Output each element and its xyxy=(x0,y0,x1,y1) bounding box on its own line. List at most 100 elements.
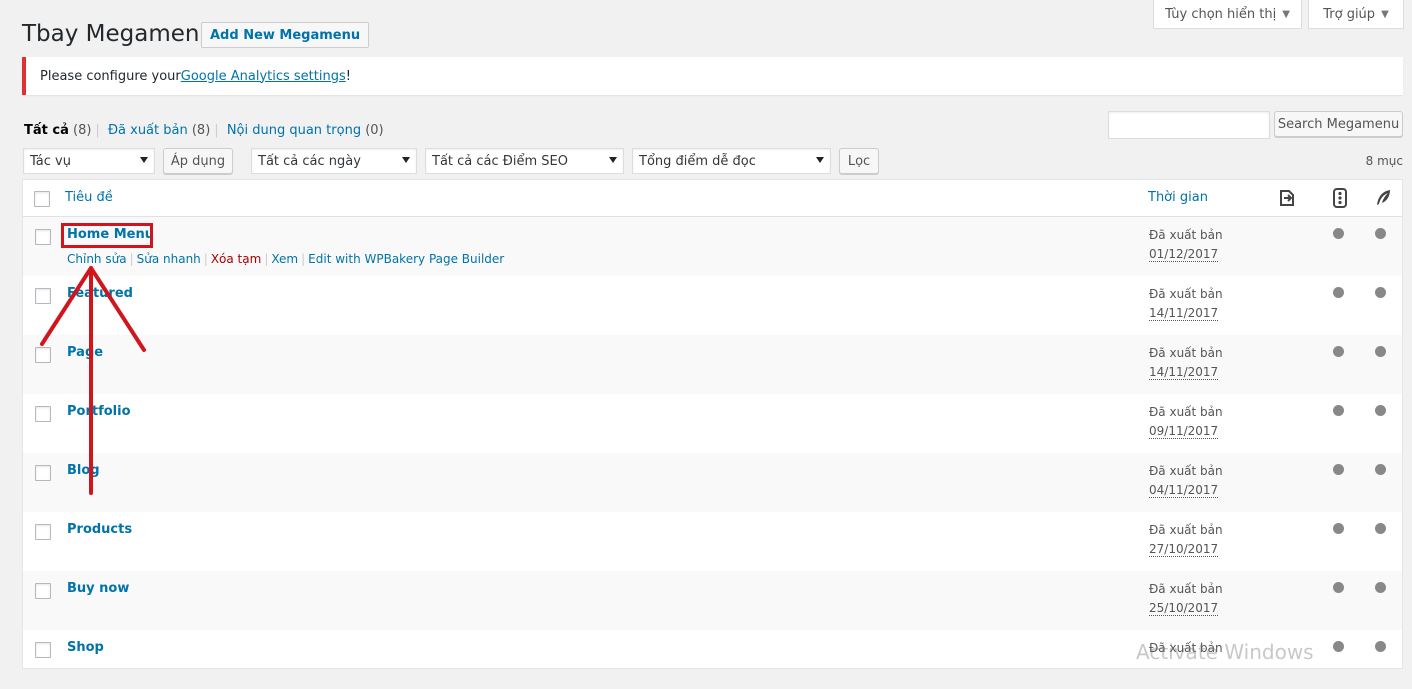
filter-button[interactable]: Lọc xyxy=(839,148,879,174)
bulk-action-select[interactable]: Tác vụ xyxy=(23,148,155,174)
row-status: Đã xuất bản xyxy=(1149,523,1223,537)
view-link[interactable]: Xem xyxy=(271,252,298,266)
row-checkbox[interactable] xyxy=(35,465,51,481)
seo-score-dot xyxy=(1333,523,1344,534)
row-status: Đã xuất bản xyxy=(1149,346,1223,360)
readability-score-dot xyxy=(1375,405,1386,416)
row-checkbox[interactable] xyxy=(35,583,51,599)
row-checkbox[interactable] xyxy=(35,524,51,540)
readability-score-dot xyxy=(1375,523,1386,534)
search-input[interactable] xyxy=(1108,111,1270,139)
view-cornerstone-count: (0) xyxy=(365,123,384,138)
dropdown-arrow-icon xyxy=(609,157,617,163)
row-checkbox[interactable] xyxy=(35,288,51,304)
bulk-action-value: Tác vụ xyxy=(30,153,71,169)
dropdown-arrow-icon xyxy=(816,157,824,163)
row-date: 09/11/2017 xyxy=(1149,424,1219,439)
wpbakery-edit-link[interactable]: Edit with WPBakery Page Builder xyxy=(308,252,504,266)
readability-filter-select[interactable]: Tổng điểm dễ đọc xyxy=(632,148,831,174)
seo-score-dot xyxy=(1333,641,1344,652)
row-date: 01/12/2017 xyxy=(1149,247,1219,262)
notice-prefix: Please configure your xyxy=(40,68,181,84)
column-title[interactable]: Tiêu đề xyxy=(65,190,113,205)
table-row: Home Menu Đã xuất bản 01/12/2017 Chỉnh sửa |… xyxy=(23,217,1402,276)
seo-filter-value: Tất cả các Điểm SEO xyxy=(432,153,568,169)
view-cornerstone-link[interactable]: Nội dung quan trọng xyxy=(227,123,361,138)
edit-link[interactable]: Chỉnh sửa xyxy=(67,252,127,266)
seo-filter-select[interactable]: Tất cả các Điểm SEO xyxy=(425,148,624,174)
row-actions: Chỉnh sửa | Sửa nhanh | Xóa tạm | Xem | Edit wit… xyxy=(67,252,505,266)
seo-score-icon xyxy=(1332,188,1348,212)
links-icon xyxy=(1277,188,1297,212)
readability-score-dot xyxy=(1375,287,1386,298)
search-button[interactable]: Search Megamenu xyxy=(1274,111,1403,137)
table-row: Portfolio Đã xuất bản 09/11/2017 xyxy=(23,394,1402,453)
readability-score-dot xyxy=(1375,582,1386,593)
readability-icon xyxy=(1373,188,1393,212)
dropdown-arrow-icon xyxy=(402,157,410,163)
view-published-count: (8) xyxy=(191,123,211,138)
readability-score-dot xyxy=(1375,228,1386,239)
add-new-button[interactable]: Add New Megamenu xyxy=(201,22,370,48)
readability-score-dot xyxy=(1375,464,1386,475)
select-all-checkbox[interactable] xyxy=(34,191,50,207)
seo-score-dot xyxy=(1333,346,1344,357)
row-checkbox[interactable] xyxy=(35,347,51,363)
table-header: Tiêu đề Thời gian xyxy=(23,180,1402,217)
readability-score-dot xyxy=(1375,641,1386,652)
row-title-link[interactable]: Featured xyxy=(67,286,133,301)
admin-notice: Please configure your Google Analytics s… xyxy=(22,57,1403,95)
row-title-link[interactable]: Blog xyxy=(67,463,100,478)
help-button[interactable]: Trợ giúp ▼ xyxy=(1308,0,1404,29)
row-date: 04/11/2017 xyxy=(1149,483,1219,498)
row-checkbox[interactable] xyxy=(35,642,51,658)
help-label: Trợ giúp xyxy=(1323,6,1376,22)
row-date: 14/11/2017 xyxy=(1149,365,1219,380)
row-title-link[interactable]: Buy now xyxy=(67,581,129,596)
item-count: 8 mục xyxy=(1365,154,1403,168)
seo-score-dot xyxy=(1333,228,1344,239)
view-published-link[interactable]: Đã xuất bản xyxy=(108,123,188,138)
table-row: Products Đã xuất bản 27/10/2017 xyxy=(23,512,1402,571)
posts-table: Tiêu đề Thời gian Home Menu Đã xuất bản 01… xyxy=(22,179,1403,669)
windows-watermark: Activate Windows xyxy=(1136,640,1314,664)
dropdown-arrow-icon xyxy=(140,157,148,163)
readability-score-dot xyxy=(1375,346,1386,357)
seo-score-dot xyxy=(1333,464,1344,475)
trash-link[interactable]: Xóa tạm xyxy=(211,252,261,266)
row-title-link[interactable]: Products xyxy=(67,522,132,537)
row-status: Đã xuất bản xyxy=(1149,405,1223,419)
google-analytics-settings-link[interactable]: Google Analytics settings xyxy=(181,69,346,84)
display-options-button[interactable]: Tùy chọn hiển thị ▼ xyxy=(1153,0,1302,29)
row-date: 14/11/2017 xyxy=(1149,306,1219,321)
table-row: Page Đã xuất bản 14/11/2017 xyxy=(23,335,1402,394)
view-all-link[interactable]: Tất cả xyxy=(24,123,69,138)
date-filter-value: Tất cả các ngày xyxy=(258,153,361,169)
caret-down-icon: ▼ xyxy=(1381,8,1389,20)
row-status: Đã xuất bản xyxy=(1149,287,1223,301)
page-title: Tbay Megamenu xyxy=(22,21,215,47)
annotation-highlight-box xyxy=(61,223,153,248)
row-title-link[interactable]: Page xyxy=(67,345,103,360)
row-date: 27/10/2017 xyxy=(1149,542,1219,557)
readability-filter-value: Tổng điểm dễ đọc xyxy=(639,153,756,169)
column-date[interactable]: Thời gian xyxy=(1148,190,1208,205)
row-status: Đã xuất bản xyxy=(1149,582,1223,596)
table-row: Blog Đã xuất bản 04/11/2017 xyxy=(23,453,1402,512)
row-title-link[interactable]: Shop xyxy=(67,640,104,655)
quick-edit-link[interactable]: Sửa nhanh xyxy=(137,252,201,266)
seo-score-dot xyxy=(1333,405,1344,416)
apply-button[interactable]: Áp dụng xyxy=(163,148,233,174)
row-checkbox[interactable] xyxy=(35,229,51,245)
notice-suffix: ! xyxy=(345,68,351,84)
table-row: Featured Đã xuất bản 14/11/2017 xyxy=(23,276,1402,335)
table-row: Buy now Đã xuất bản 25/10/2017 xyxy=(23,571,1402,630)
row-checkbox[interactable] xyxy=(35,406,51,422)
row-title-link[interactable]: Portfolio xyxy=(67,404,131,419)
display-options-label: Tùy chọn hiển thị xyxy=(1165,6,1277,22)
seo-score-dot xyxy=(1333,582,1344,593)
status-views: Tất cả (8) | Đã xuất bản (8) | Nội dung qu… xyxy=(24,123,384,138)
date-filter-select[interactable]: Tất cả các ngày xyxy=(251,148,417,174)
caret-down-icon: ▼ xyxy=(1282,8,1290,20)
view-all-count: (8) xyxy=(73,123,92,138)
